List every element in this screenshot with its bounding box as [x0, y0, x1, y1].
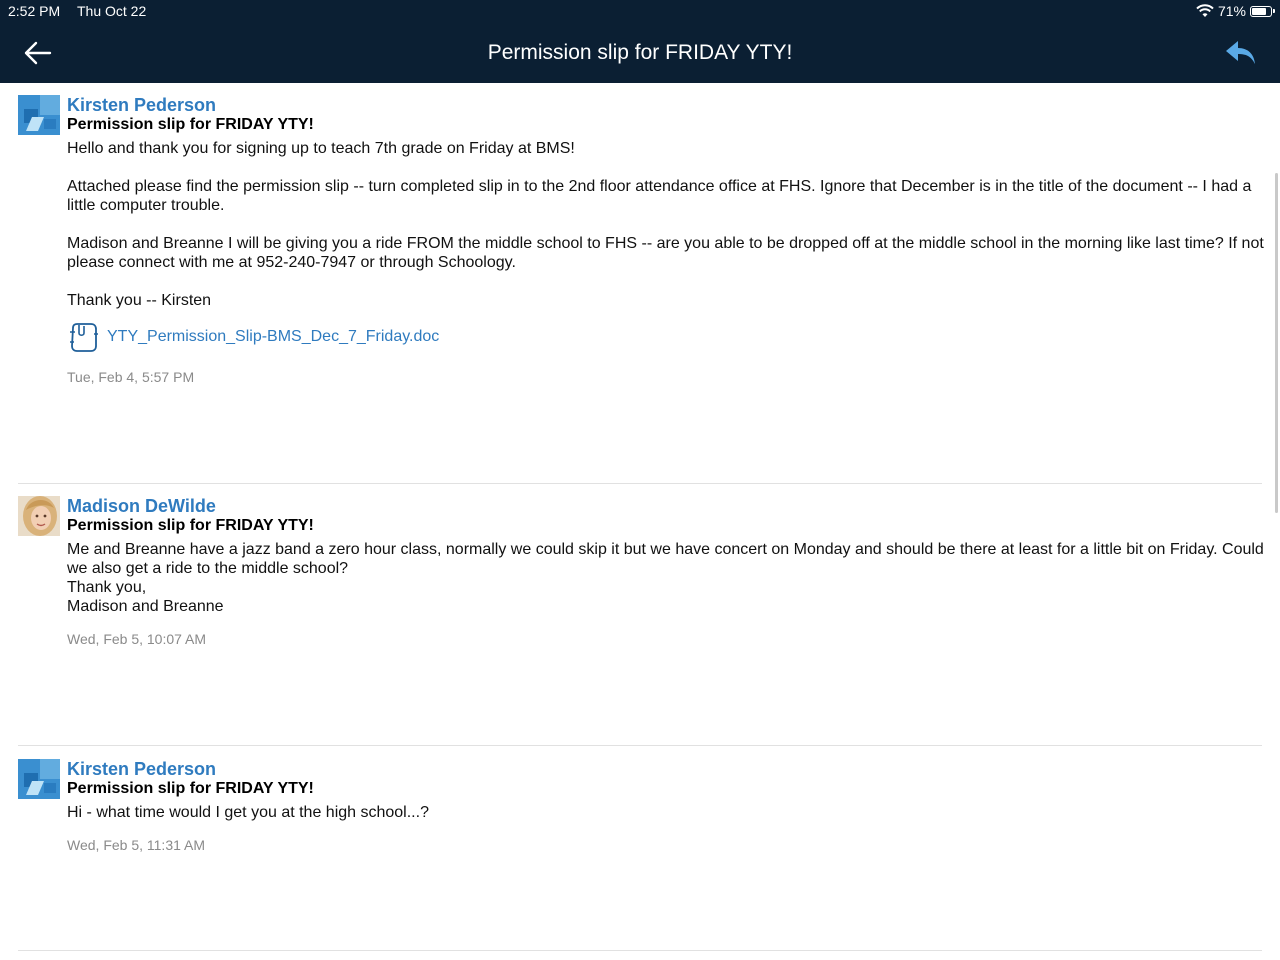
- avatar: [18, 496, 60, 536]
- message-subject: Permission slip for FRIDAY YTY!: [67, 517, 314, 534]
- message-line: Thank you,: [67, 579, 147, 596]
- scrollbar[interactable]: [1275, 173, 1278, 513]
- avatar: [18, 95, 60, 135]
- message-subject: Permission slip for FRIDAY YTY!: [67, 116, 314, 133]
- message-subject: Permission slip for FRIDAY YTY!: [67, 780, 314, 797]
- message-line: Hi - what time would I get you at the hi…: [67, 804, 429, 821]
- message-timestamp: Wed, Feb 5, 11:31 AM: [67, 837, 206, 853]
- message-paragraph: Hello and thank you for signing up to te…: [67, 140, 575, 157]
- reply-icon: [1226, 41, 1255, 64]
- wifi-icon: [1196, 4, 1214, 17]
- message-body: Kirsten Pederson Permission slip for FRI…: [67, 759, 1267, 853]
- attachment-link[interactable]: YTY_Permission_Slip-BMS_Dec_7_Friday.doc: [67, 320, 1267, 354]
- status-time: 2:52 PM: [8, 3, 61, 19]
- profile-photo: [18, 496, 60, 536]
- message-paragraph: Attached please find the permission slip…: [67, 178, 1252, 214]
- message-item: Madison DeWilde Permission slip for FRID…: [18, 484, 1264, 746]
- message-divider: [18, 950, 1262, 951]
- author-name[interactable]: Kirsten Pederson: [67, 759, 1267, 779]
- reply-button[interactable]: [1224, 38, 1258, 68]
- status-right: 71%: [1196, 3, 1275, 19]
- school-logo-icon: [18, 759, 60, 799]
- battery-percent: 71%: [1217, 3, 1246, 19]
- attachment-filename[interactable]: YTY_Permission_Slip-BMS_Dec_7_Friday.doc: [107, 328, 439, 346]
- message-line: Me and Breanne have a jazz band a zero h…: [67, 541, 1264, 577]
- battery-icon: [1250, 5, 1275, 17]
- message-body: Madison DeWilde Permission slip for FRID…: [67, 496, 1267, 647]
- message-text: Hello and thank you for signing up to te…: [67, 139, 1267, 310]
- school-logo-icon: [18, 95, 60, 135]
- message-text: Hi - what time would I get you at the hi…: [67, 803, 1267, 822]
- message-timestamp: Tue, Feb 4, 5:57 PM: [67, 369, 195, 385]
- message-body: Kirsten Pederson Permission slip for FRI…: [67, 95, 1267, 385]
- author-name[interactable]: Kirsten Pederson: [67, 95, 1267, 115]
- message-thread[interactable]: Kirsten Pederson Permission slip for FRI…: [0, 83, 1280, 960]
- message-paragraph: Madison and Breanne I will be giving you…: [67, 235, 1264, 271]
- page-title: Permission slip for FRIDAY YTY!: [487, 41, 793, 64]
- status-bar: 2:52 PM Thu Oct 22 71%: [0, 0, 1280, 24]
- avatar: [18, 759, 60, 799]
- attachment-icon: [70, 323, 98, 352]
- status-date: Thu Oct 22: [77, 3, 147, 19]
- message-line: Madison and Breanne: [67, 598, 224, 615]
- message-text: Me and Breanne have a jazz band a zero h…: [67, 540, 1267, 616]
- message-paragraph: Thank you -- Kirsten: [67, 292, 212, 309]
- message-item: Kirsten Pederson Permission slip for FRI…: [18, 83, 1264, 483]
- author-name[interactable]: Madison DeWilde: [67, 496, 1267, 516]
- message-timestamp: Wed, Feb 5, 10:07 AM: [67, 631, 207, 647]
- nav-bar: Permission slip for FRIDAY YTY!: [0, 24, 1280, 83]
- message-item: Kirsten Pederson Permission slip for FRI…: [18, 747, 1262, 951]
- message-divider: [18, 745, 1262, 746]
